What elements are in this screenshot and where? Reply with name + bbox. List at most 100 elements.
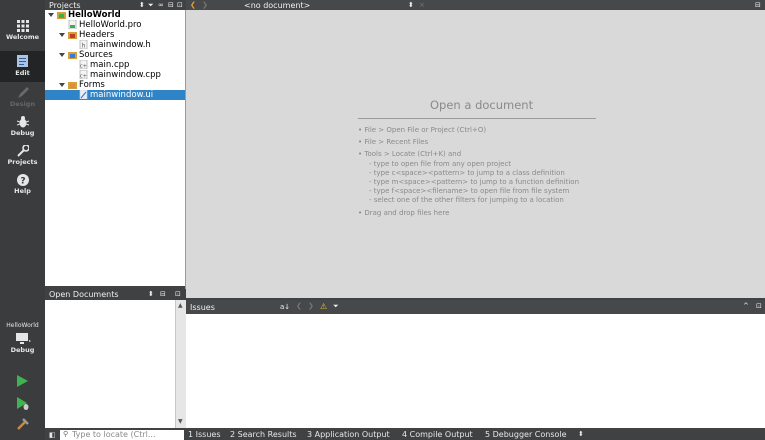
run-button[interactable] — [17, 375, 28, 387]
filter-icon[interactable]: ⏷ — [148, 1, 154, 10]
output-tab-debugger-console[interactable]: 5 Debugger Console — [485, 430, 567, 439]
project-tree: HelloWorld HelloWorld.pro Headers h main… — [45, 10, 185, 286]
mode-debug[interactable]: Debug — [0, 116, 45, 140]
pro-file-icon — [68, 20, 77, 29]
next-issue-icon[interactable]: ❯ — [308, 302, 314, 310]
tree-item-ui-file[interactable]: mainwindow.ui — [90, 90, 153, 100]
debug-run-button[interactable] — [17, 397, 29, 410]
monitor-icon — [15, 333, 31, 344]
open-documents-scrollbar[interactable]: ▲ ▼ — [175, 300, 186, 428]
issues-toolbar: Issues a↓ ❮ ❯ ⚠ ⏷ ^ ⊡ — [186, 300, 765, 314]
hint-line: • Tools > Locate (Ctrl+K) and — [358, 150, 462, 158]
ui-file-icon — [79, 90, 88, 99]
wrench-icon — [16, 145, 29, 157]
back-arrow-icon[interactable]: ❮ — [190, 1, 196, 9]
status-bar: ◧ ⚲ Type to locate (Ctrl... 1 Issues 2 S… — [45, 430, 765, 440]
document-selector[interactable]: <no document> — [244, 1, 310, 10]
projects-view-selector[interactable]: Projects — [49, 1, 81, 10]
document-icon — [16, 55, 28, 67]
editor-area: Open a document • File > Open File or Pr… — [186, 10, 765, 298]
previous-issue-icon[interactable]: ❮ — [296, 302, 302, 310]
search-icon: ⚲ — [63, 430, 69, 438]
open-documents-list[interactable] — [45, 300, 175, 428]
scroll-up-icon[interactable]: ▲ — [178, 302, 183, 309]
heading-underline — [358, 118, 596, 119]
hint-line: • Drag and drop files here — [358, 209, 450, 217]
tree-item-project[interactable]: HelloWorld — [68, 10, 121, 20]
tree-item-pro-file[interactable]: HelloWorld.pro — [79, 20, 142, 30]
kit-selector[interactable]: HelloWorld Debug — [0, 322, 45, 370]
tree-item-source-file[interactable]: mainwindow.cpp — [90, 70, 161, 80]
tree-item-source-file[interactable]: main.cpp — [90, 60, 129, 70]
hint-line: • File > Open File or Project (Ctrl+O) — [358, 126, 487, 134]
close-pane-icon[interactable]: ⊡ — [175, 290, 181, 298]
mode-label: Design — [9, 100, 36, 108]
hint-line: - type c<space><pattern> to jump to a cl… — [369, 169, 565, 177]
folder-icon — [68, 52, 77, 59]
build-button[interactable] — [17, 418, 29, 430]
project-folder-icon — [57, 12, 66, 19]
tree-item-forms[interactable]: Forms — [79, 80, 105, 90]
grid-icon — [16, 20, 29, 32]
cpp-file-icon: c+ — [79, 70, 88, 79]
kit-build-config: Debug — [10, 346, 35, 354]
pencil-icon — [17, 87, 29, 98]
mode-design[interactable]: Design — [0, 86, 45, 112]
header-file-icon: h — [79, 40, 88, 49]
split-icon[interactable]: ⊟ — [160, 290, 166, 298]
warning-filter-icon[interactable]: ⚠ — [320, 302, 327, 311]
mode-edit[interactable]: Edit — [0, 51, 45, 82]
open-document-heading: Open a document — [430, 98, 534, 112]
scroll-down-icon[interactable]: ▼ — [178, 418, 183, 425]
output-tab-compile-output[interactable]: 4 Compile Output — [402, 430, 473, 439]
svg-text:c+: c+ — [80, 74, 87, 80]
mode-welcome[interactable]: Welcome — [0, 20, 45, 50]
mode-label: Welcome — [5, 33, 40, 41]
output-tab-application-output[interactable]: 3 Application Output — [307, 430, 390, 439]
output-tab-issues[interactable]: 1 Issues — [188, 430, 221, 439]
mode-projects[interactable]: Projects — [0, 145, 45, 169]
sort-icon[interactable]: a↓ — [280, 303, 290, 311]
open-documents-toolbar: Open Documents ⬍ ⊟ ⊡ — [45, 289, 186, 300]
view-combo-arrow-icon[interactable]: ⬍ — [148, 290, 154, 298]
issues-title: Issues — [190, 303, 215, 312]
tree-item-header-file[interactable]: mainwindow.h — [90, 40, 151, 50]
expand-arrow-icon[interactable] — [48, 13, 54, 17]
forward-arrow-icon[interactable]: ❯ — [202, 1, 208, 9]
tree-item-headers[interactable]: Headers — [79, 30, 114, 40]
mode-selector: Welcome Edit Design Debug Projects ? Hel… — [0, 0, 45, 440]
kit-project-name: HelloWorld — [6, 322, 39, 329]
mode-label: Debug — [10, 129, 35, 137]
locator-field[interactable]: ⚲ Type to locate (Ctrl... — [60, 430, 184, 440]
issues-list[interactable] — [186, 314, 765, 428]
open-documents-selector[interactable]: Open Documents — [49, 290, 119, 299]
cpp-file-icon: c+ — [79, 60, 88, 69]
projects-toolbar: Projects ⬍ ⏷ ∞ ⊟ ⊡ — [45, 0, 186, 10]
expand-arrow-icon[interactable] — [59, 53, 65, 57]
hint-line: • File > Recent Files — [358, 138, 429, 146]
split-editor-icon[interactable]: ⊟ — [755, 1, 761, 9]
svg-text:c+: c+ — [80, 64, 87, 70]
hint-line: - type m<space><pattern> to jump to a fu… — [369, 178, 580, 186]
mode-label: Help — [14, 187, 31, 195]
close-pane-icon[interactable]: ⊡ — [756, 302, 762, 310]
expand-arrow-icon[interactable] — [59, 83, 65, 87]
toggle-sidebar-icon[interactable]: ◧ — [49, 431, 56, 439]
mode-label: Edit — [15, 69, 30, 77]
link-icon[interactable]: ∞ — [158, 1, 164, 9]
output-tab-search-results[interactable]: 2 Search Results — [230, 430, 297, 439]
filter-icon[interactable]: ⏷ — [333, 302, 339, 311]
hint-line: - select one of the other filters for ju… — [369, 196, 564, 204]
mode-help[interactable]: ? Help — [0, 174, 45, 198]
view-combo-arrow-icon[interactable]: ⬍ — [139, 1, 145, 9]
close-document-icon[interactable]: × — [419, 1, 425, 9]
hint-line: - type f<space><filename> to open file f… — [369, 187, 570, 195]
maximize-pane-icon[interactable]: ^ — [743, 302, 749, 310]
expand-arrow-icon[interactable] — [59, 33, 65, 37]
close-pane-icon[interactable]: ⊡ — [177, 1, 183, 9]
svg-text:h: h — [82, 43, 86, 50]
split-icon[interactable]: ⊟ — [168, 1, 174, 9]
document-combo-arrow-icon[interactable]: ⬍ — [408, 1, 414, 9]
tree-item-sources[interactable]: Sources — [79, 50, 113, 60]
more-tabs-icon[interactable]: ⬍ — [578, 430, 584, 438]
